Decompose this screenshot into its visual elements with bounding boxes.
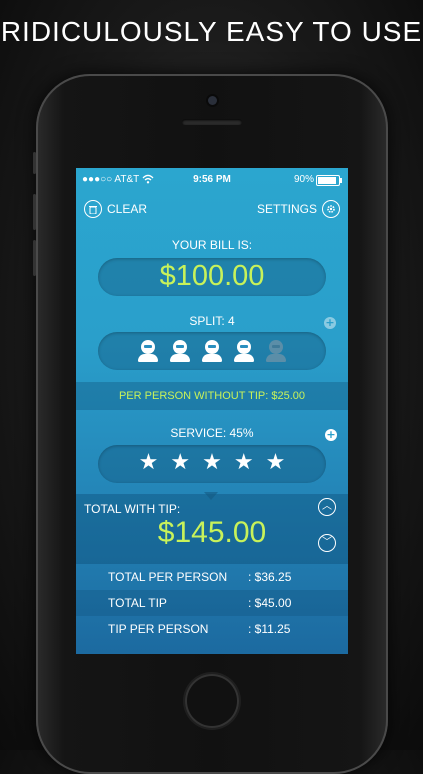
battery-icon bbox=[316, 175, 342, 186]
person-icon[interactable] bbox=[202, 340, 222, 362]
split-label: SPLIT: 4 bbox=[189, 314, 235, 328]
app-screen: ●●●○○ AT&T 9:56 PM 90% CLEAR SETTINGS YO… bbox=[76, 168, 348, 654]
star-list: ★ ★ ★ ★ ★ bbox=[98, 450, 326, 476]
bill-amount: $100.00 bbox=[159, 260, 265, 292]
plus-icon[interactable]: + bbox=[324, 317, 336, 329]
breakdown-value: : $36.25 bbox=[248, 570, 292, 584]
bill-input[interactable]: $100.00 bbox=[98, 258, 326, 296]
breakdown-row: TOTAL TIP : $45.00 bbox=[76, 590, 348, 616]
star-icon[interactable]: ★ bbox=[170, 450, 190, 476]
clear-button[interactable]: CLEAR bbox=[84, 200, 147, 218]
volume-up-button bbox=[33, 194, 36, 230]
trash-icon bbox=[84, 200, 102, 218]
earpiece-speaker bbox=[182, 119, 242, 125]
mute-switch bbox=[33, 152, 36, 174]
chevron-up-icon[interactable]: ︿ bbox=[318, 498, 336, 516]
breakdown-value: : $11.25 bbox=[248, 622, 291, 636]
star-icon[interactable]: ★ bbox=[202, 450, 222, 476]
person-icon[interactable] bbox=[138, 340, 158, 362]
person-icon[interactable] bbox=[170, 340, 190, 362]
pointer-notch bbox=[204, 492, 218, 500]
battery-percent: 90% bbox=[293, 174, 314, 185]
front-camera bbox=[208, 96, 217, 105]
person-icon[interactable] bbox=[266, 340, 286, 362]
volume-down-button bbox=[33, 240, 36, 276]
breakdown-key: TIP PER PERSON bbox=[108, 622, 209, 636]
per-person-without-tip: PER PERSON WITHOUT TIP: $25.00 bbox=[118, 390, 306, 402]
gear-icon bbox=[322, 200, 340, 218]
status-bar: ●●●○○ AT&T 9:56 PM 90% bbox=[76, 168, 348, 192]
breakdown-row: TOTAL PER PERSON : $36.25 bbox=[76, 564, 348, 590]
plus-icon[interactable]: + bbox=[325, 429, 337, 441]
battery-fill bbox=[318, 177, 336, 184]
service-rating[interactable]: ★ ★ ★ ★ ★ bbox=[98, 445, 326, 483]
person-list bbox=[98, 340, 326, 362]
per-person-strip: PER PERSON WITHOUT TIP: $25.00 bbox=[76, 382, 348, 410]
home-button[interactable] bbox=[185, 674, 239, 728]
total-panel: TOTAL WITH TIP: $145.00 ︿ ﹀ bbox=[76, 492, 348, 564]
settings-button[interactable]: SETTINGS bbox=[257, 200, 340, 218]
star-icon[interactable]: ★ bbox=[234, 450, 254, 476]
toolbar: CLEAR SETTINGS bbox=[76, 196, 348, 224]
star-icon[interactable]: ★ bbox=[139, 450, 159, 476]
star-icon[interactable]: ★ bbox=[266, 450, 286, 476]
split-selector[interactable] bbox=[98, 332, 326, 370]
settings-label: SETTINGS bbox=[256, 202, 317, 216]
chevron-down-icon[interactable]: ﹀ bbox=[318, 534, 336, 552]
headline: RIDICULOUSLY EASY TO USE bbox=[0, 16, 423, 47]
bill-label: YOUR BILL IS: bbox=[171, 238, 253, 252]
breakdown-key: TOTAL PER PERSON bbox=[108, 570, 228, 584]
clear-label: CLEAR bbox=[107, 202, 148, 216]
breakdown-value: : $45.00 bbox=[248, 596, 292, 610]
breakdown-row: TIP PER PERSON : $11.25 bbox=[76, 616, 348, 642]
breakdown-key: TOTAL TIP bbox=[108, 596, 167, 610]
service-label: SERVICE: 45% bbox=[170, 426, 254, 440]
total-amount: $145.00 bbox=[157, 516, 267, 549]
total-label: TOTAL WITH TIP: bbox=[84, 502, 181, 516]
person-icon[interactable] bbox=[234, 340, 254, 362]
